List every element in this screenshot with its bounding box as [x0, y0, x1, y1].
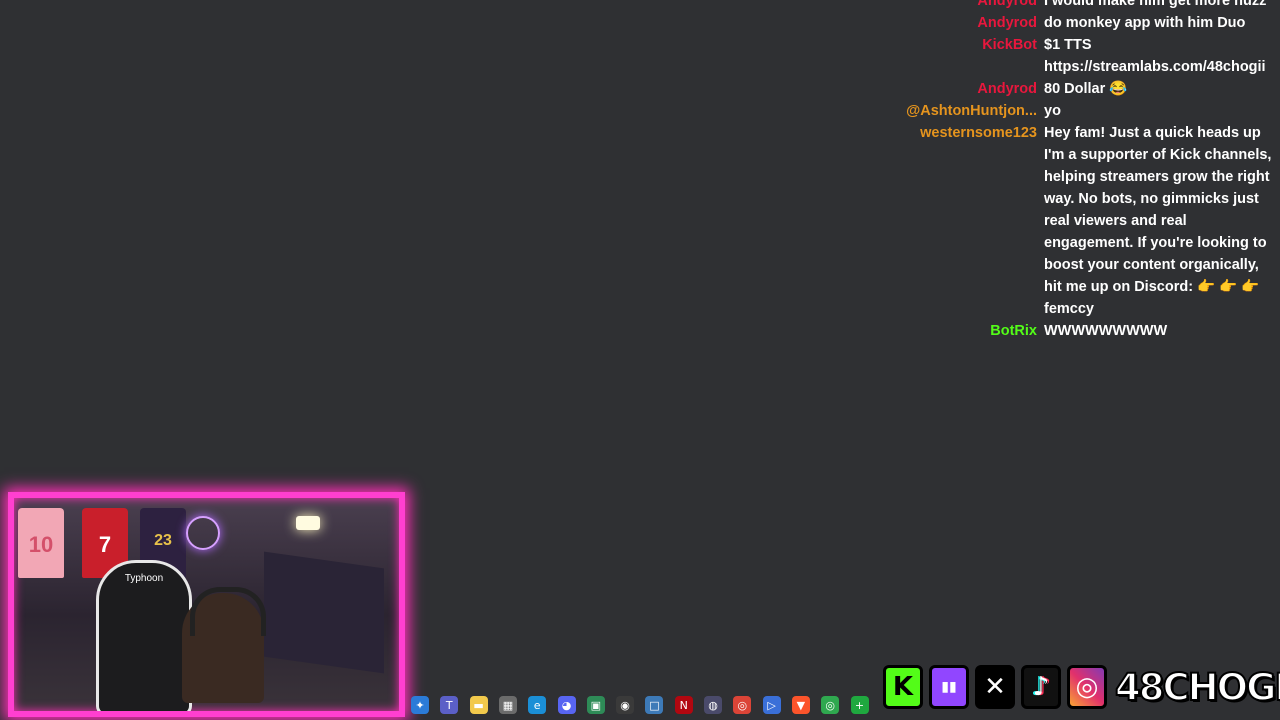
- chat-message: KickBot $1 TTS https://streamlabs.com/48c…: [860, 34, 1280, 78]
- chat-message: Andyrod I would make him get more huzz: [860, 0, 1280, 12]
- chat-overlay: Andyrod I would make him get more huzz And…: [860, 0, 1280, 342]
- chat-text: I would make him get more huzz: [1044, 0, 1267, 9]
- app-ring-icon[interactable]: ◎: [821, 696, 840, 714]
- chat-text: yo: [1044, 103, 1061, 119]
- chat-username: @AshtonHuntjon...: [906, 103, 1037, 119]
- edge-icon[interactable]: e: [528, 696, 547, 714]
- chat-username: Andyrod: [977, 15, 1037, 31]
- obs-icon[interactable]: ◉: [616, 696, 635, 714]
- chat-username: westernsome123: [920, 125, 1037, 141]
- headset: [190, 587, 266, 636]
- brave-icon[interactable]: ▼: [791, 696, 810, 714]
- chat-text: Hey fam! Just a quick heads up I'm a sup…: [1044, 125, 1272, 317]
- taskbar: ✦ T ▬ ▦ e ◕ ▣ ◉ □ N ◍ ◎ ▷ ▼ ◎ +: [0, 692, 1280, 720]
- chrome-icon[interactable]: ◎: [733, 696, 752, 714]
- app-plus-icon[interactable]: +: [850, 696, 869, 714]
- window-icon[interactable]: □: [645, 696, 664, 714]
- chat-message: Andyrod 80 Dollar 😂: [860, 78, 1280, 100]
- app-green-icon[interactable]: ▣: [586, 696, 605, 714]
- discord-icon[interactable]: ◕: [557, 696, 576, 714]
- netflix-icon[interactable]: N: [674, 696, 693, 714]
- chat-username: Andyrod: [977, 0, 1037, 9]
- jersey-number: 7: [98, 532, 112, 557]
- chat-text: $1 TTS https://streamlabs.com/48chogii: [1044, 37, 1266, 75]
- chat-username: KickBot: [982, 37, 1037, 53]
- file-explorer-icon[interactable]: ▬: [469, 696, 488, 714]
- jersey-pink: 10: [18, 508, 64, 578]
- chat-text: do monkey app with him Duo: [1044, 15, 1246, 31]
- chair-brand-label: Typhoon: [124, 573, 164, 584]
- app-circle-icon[interactable]: ◍: [704, 696, 722, 714]
- neon-logo: [186, 516, 220, 550]
- chat-message: BotRix WWWWWWWWW: [860, 320, 1280, 342]
- chat-text: WWWWWWWWW: [1044, 323, 1168, 339]
- chat-message: @AshtonHuntjon... yo: [860, 100, 1280, 122]
- streamer: [182, 587, 266, 703]
- jersey-number: 10: [28, 532, 54, 557]
- lamp: [296, 516, 320, 530]
- bed: [264, 551, 384, 674]
- store-icon[interactable]: ▦: [498, 696, 517, 714]
- webcam-overlay: 10 7 23 Typhoon: [8, 492, 405, 717]
- teams-icon[interactable]: T: [440, 696, 459, 714]
- chat-text: 80 Dollar 😂: [1044, 81, 1128, 97]
- chat-username: BotRix: [990, 323, 1037, 339]
- chat-message: Andyrod do monkey app with him Duo: [860, 12, 1280, 34]
- chat-message: westernsome123 Hey fam! Just a quick head…: [860, 122, 1280, 320]
- media-player-icon[interactable]: ▷: [762, 696, 781, 714]
- copilot-icon[interactable]: ✦: [411, 696, 429, 714]
- jersey-number: 23: [154, 532, 172, 549]
- chat-username: Andyrod: [977, 81, 1037, 97]
